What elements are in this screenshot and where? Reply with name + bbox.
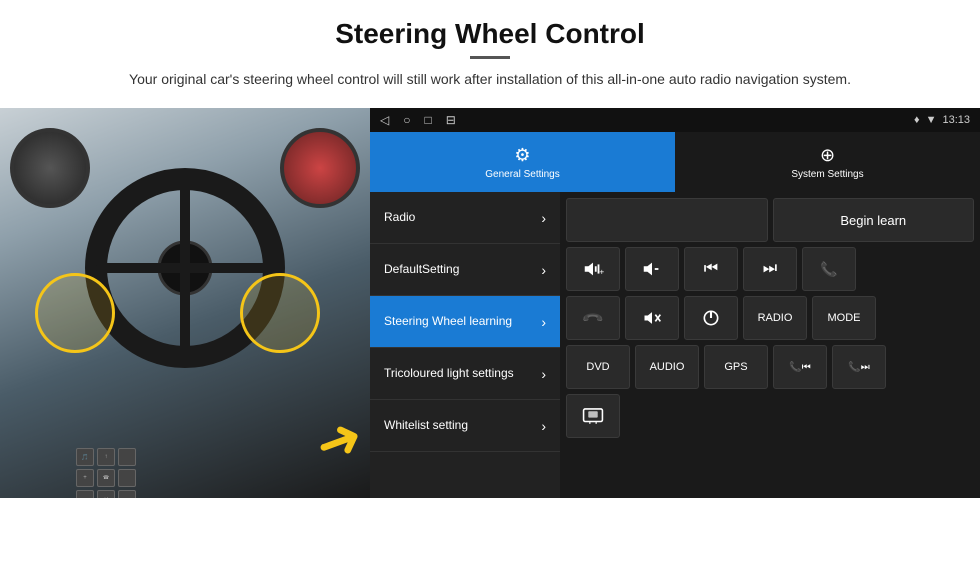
menu-radio-label: Radio [384, 210, 415, 226]
menu-item-steering[interactable]: Steering Wheel learning › [370, 296, 560, 348]
subtitle-text: Your original car's steering wheel contr… [120, 69, 860, 90]
call-button[interactable]: 📞 [802, 247, 856, 291]
left-btn-group: 🎵 ↑ + ☎ - ↩ [76, 448, 136, 498]
sw-btn: ☎ [97, 469, 115, 487]
call-prev-button[interactable]: 📞⏮ [773, 345, 827, 389]
menu-panel: Radio › DefaultSetting › Steering Wheel … [370, 192, 560, 498]
next-track-button[interactable]: ⏭ [743, 247, 797, 291]
tab-bar: ⚙ General Settings ⊕ System Settings [370, 132, 980, 192]
sw-btn: + [76, 469, 94, 487]
tab-general[interactable]: ⚙ General Settings [370, 132, 675, 192]
chevron-icon: › [541, 262, 546, 278]
menu-item-whitelist[interactable]: Whitelist setting › [370, 400, 560, 452]
call-next-button[interactable]: 📞⏭ [832, 345, 886, 389]
menu-steering-label: Steering Wheel learning [384, 314, 512, 330]
wifi-icon: ▼ [926, 114, 937, 126]
android-panel: ◁ ○ □ ⊟ ♦ ▼ 13:13 ⚙ General Settings [370, 108, 980, 498]
recent-icon[interactable]: □ [424, 113, 431, 127]
chevron-icon: › [541, 314, 546, 330]
menu-whitelist-label: Whitelist setting [384, 418, 468, 434]
sw-btn: 🎵 [76, 448, 94, 466]
answer-button[interactable]: 📞 [566, 296, 620, 340]
signal-icon: ♦ [914, 114, 920, 126]
dvd-button[interactable]: DVD [566, 345, 630, 389]
btn-row-5 [566, 394, 974, 438]
btn-row-2: + ⏮ ⏭ [566, 247, 974, 291]
menu-item-tricoloured[interactable]: Tricoloured light settings › [370, 348, 560, 400]
chevron-icon: › [541, 210, 546, 226]
vol-down-button[interactable] [625, 247, 679, 291]
page-title: Steering Wheel Control [40, 18, 940, 50]
mode-button[interactable]: MODE [812, 296, 876, 340]
gps-button[interactable]: GPS [704, 345, 768, 389]
status-icons: ♦ ▼ 13:13 [914, 114, 970, 126]
sw-btn [118, 490, 136, 498]
sw-btn: ↩ [97, 490, 115, 498]
power-button[interactable] [684, 296, 738, 340]
begin-learn-button[interactable]: Begin learn [773, 198, 975, 242]
audio-button[interactable]: AUDIO [635, 345, 699, 389]
status-bar: ◁ ○ □ ⊟ ♦ ▼ 13:13 [370, 108, 980, 132]
content-area: 🎵 ↑ + ☎ - ↩ 📻 ↑ [0, 108, 980, 498]
header-section: Steering Wheel Control Your original car… [0, 0, 980, 100]
page-wrapper: Steering Wheel Control Your original car… [0, 0, 980, 498]
prev-track-button[interactable]: ⏮ [684, 247, 738, 291]
button-grid: Begin learn + [560, 192, 980, 498]
main-content: Radio › DefaultSetting › Steering Wheel … [370, 192, 980, 498]
clock: 13:13 [942, 114, 970, 126]
btn-row-4: DVD AUDIO GPS 📞⏮ 📞⏭ [566, 345, 974, 389]
btn-row-3: 📞 [566, 296, 974, 340]
tab-system[interactable]: ⊕ System Settings [675, 132, 980, 192]
left-highlight-circle: 🎵 ↑ + ☎ - ↩ [35, 273, 115, 353]
chevron-icon: › [541, 418, 546, 434]
sw-btn [118, 469, 136, 487]
svg-text:+: + [599, 268, 604, 277]
home-icon[interactable]: ○ [403, 113, 410, 127]
btn-row-1: Begin learn [566, 198, 974, 242]
mute-button[interactable] [625, 296, 679, 340]
tab-system-label: System Settings [791, 169, 863, 180]
menu-icon[interactable]: ⊟ [446, 113, 456, 127]
title-divider [470, 56, 510, 59]
system-settings-icon: ⊕ [820, 145, 835, 166]
menu-item-default[interactable]: DefaultSetting › [370, 244, 560, 296]
menu-item-radio[interactable]: Radio › [370, 192, 560, 244]
general-settings-icon: ⚙ [514, 145, 530, 166]
sw-btn: - [76, 490, 94, 498]
vol-up-button[interactable]: + [566, 247, 620, 291]
tab-general-label: General Settings [485, 169, 560, 180]
nav-icons: ◁ ○ □ ⊟ [380, 113, 456, 127]
screen-button[interactable] [566, 394, 620, 438]
steering-wheel-bg: 🎵 ↑ + ☎ - ↩ 📻 ↑ [0, 108, 370, 498]
menu-tricoloured-label: Tricoloured light settings [384, 366, 514, 382]
sw-btn [118, 448, 136, 466]
sw-btn: ↑ [97, 448, 115, 466]
chevron-icon: › [541, 366, 546, 382]
right-highlight-circle: 📻 ↑ ◇ ☎ ○ ◇ [240, 273, 320, 353]
back-icon[interactable]: ◁ [380, 113, 389, 127]
car-image-panel: 🎵 ↑ + ☎ - ↩ 📻 ↑ [0, 108, 370, 498]
radio-button[interactable]: RADIO [743, 296, 807, 340]
empty-box-1 [566, 198, 768, 242]
menu-default-label: DefaultSetting [384, 262, 459, 278]
